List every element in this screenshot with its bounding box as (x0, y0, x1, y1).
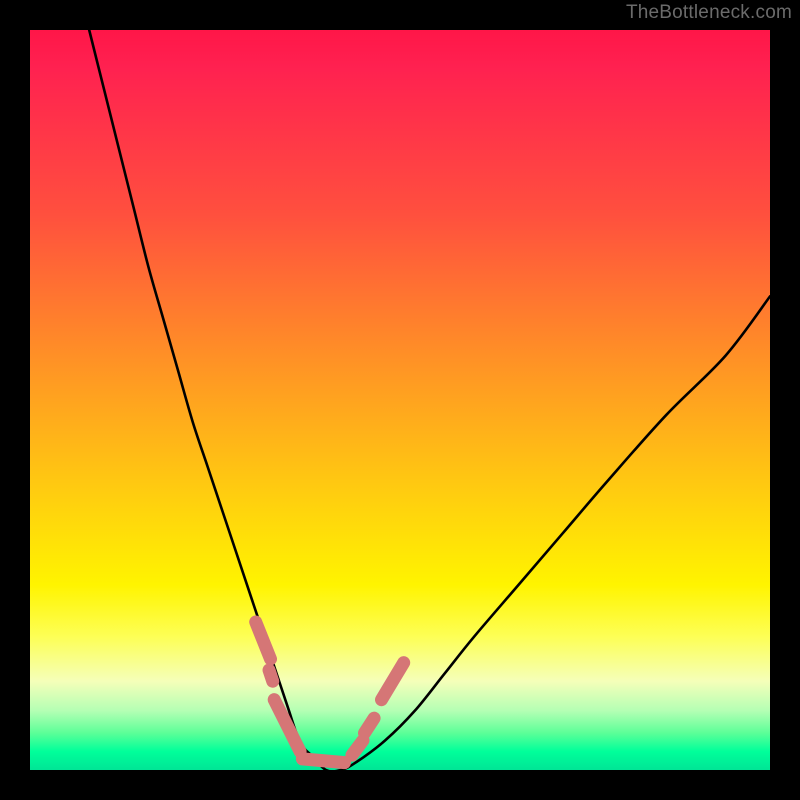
curve-svg (30, 30, 770, 770)
highlight-segment (352, 740, 363, 755)
plot-area (30, 30, 770, 770)
bottleneck-curve (89, 30, 770, 771)
highlight-segment (269, 670, 273, 681)
watermark-label: TheBottleneck.com (626, 2, 792, 24)
highlight-segment (364, 718, 374, 733)
highlight-segment (302, 759, 344, 763)
chart-frame: TheBottleneck.com (0, 0, 800, 800)
highlight-segment (256, 622, 271, 659)
highlight-group (256, 622, 404, 763)
highlight-segment (382, 663, 404, 700)
